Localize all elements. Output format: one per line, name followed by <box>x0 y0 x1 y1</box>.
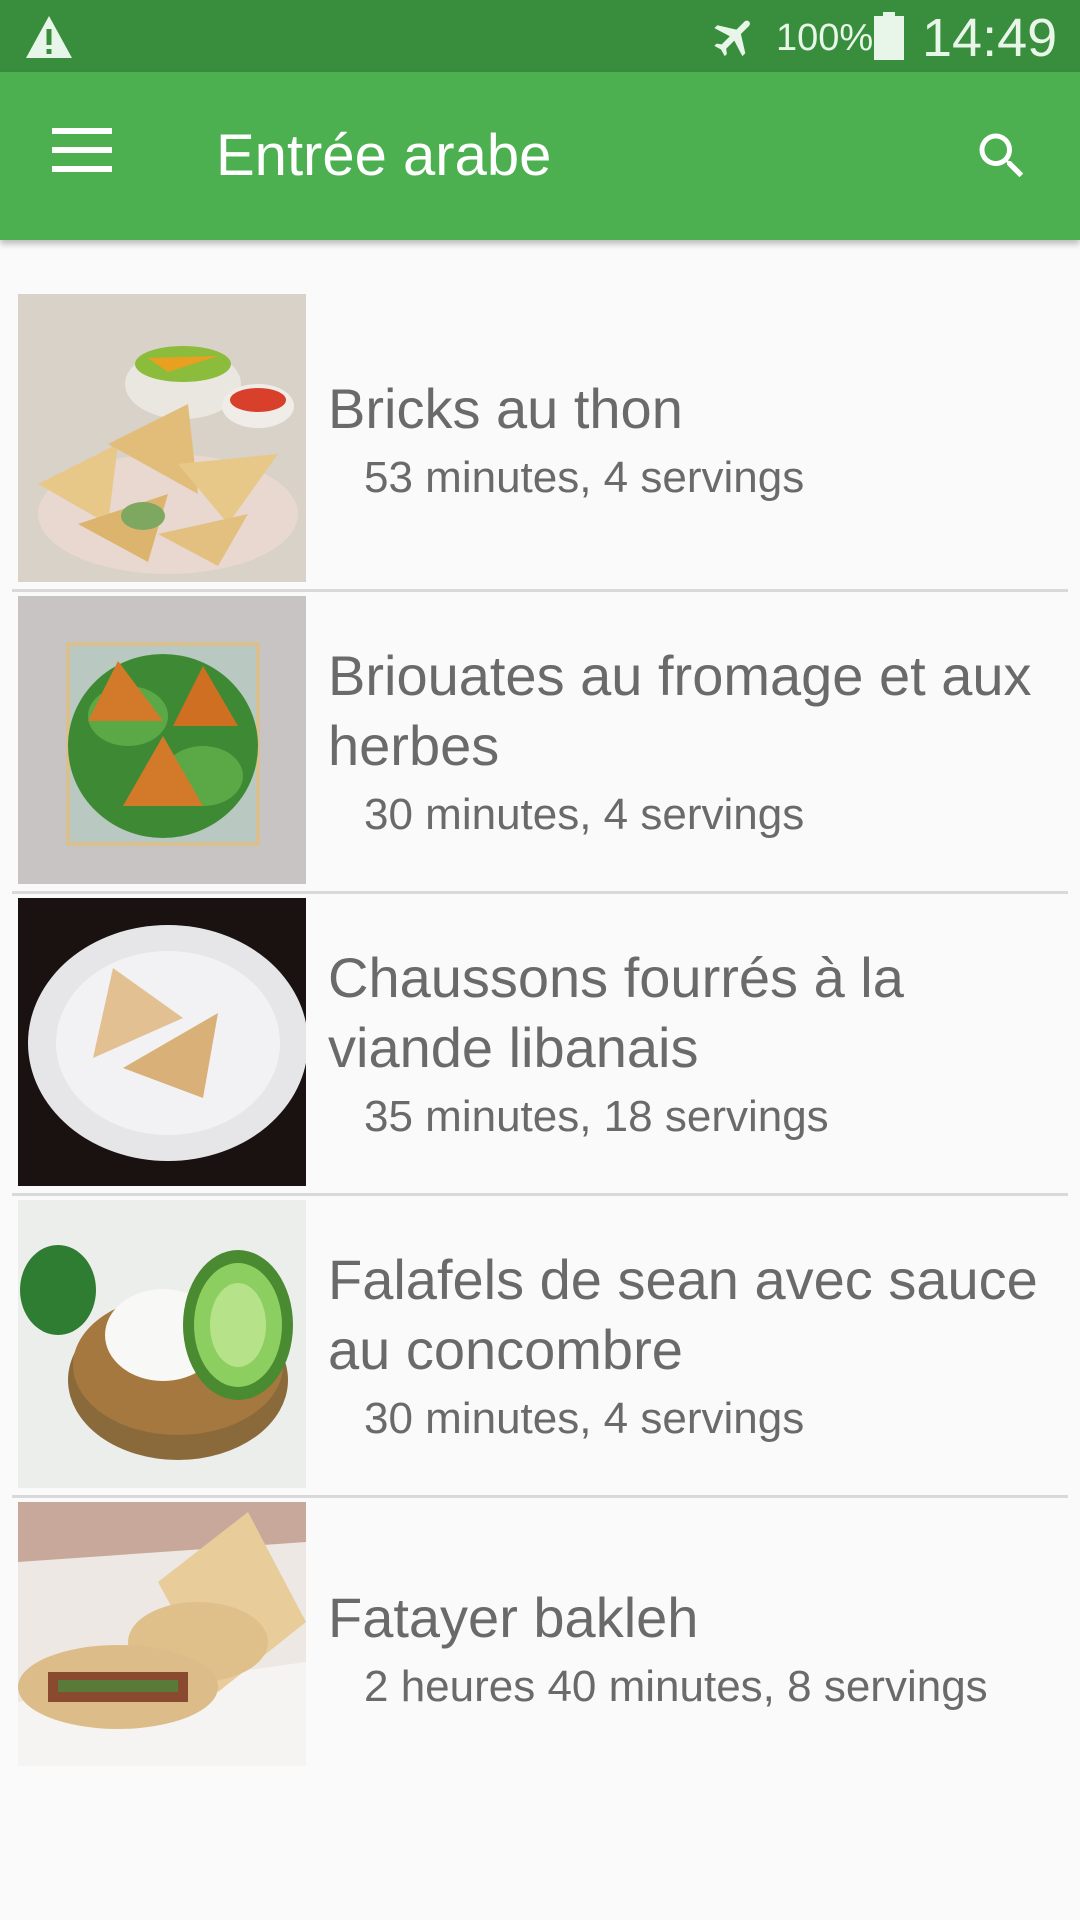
list-item[interactable]: Briouates au fromage et aux herbes 30 mi… <box>12 592 1068 894</box>
list-item[interactable]: Falafels de sean avec sauce au concombre… <box>12 1196 1068 1498</box>
app-bar: Entrée arabe <box>0 72 1080 240</box>
recipe-thumbnail <box>18 898 306 1186</box>
airplane-mode-icon <box>714 20 750 57</box>
battery-percent: 100% <box>776 17 874 59</box>
recipe-thumbnail <box>18 596 306 884</box>
clock: 14:49 <box>922 8 1058 68</box>
recipe-meta: 35 minutes, 18 servings <box>364 1091 829 1141</box>
recipe-thumbnail <box>18 1200 306 1488</box>
page-title: Entrée arabe <box>216 123 552 188</box>
recipe-meta: 30 minutes, 4 servings <box>364 1393 805 1443</box>
recipe-meta: 53 minutes, 4 servings <box>364 452 805 502</box>
list-item[interactable]: Fatayer bakleh 2 heures 40 minutes, 8 se… <box>12 1498 1068 1800</box>
recipe-thumbnail <box>18 294 306 582</box>
recipe-title: Falafels de sean avec sauce au concombre <box>328 1247 1038 1381</box>
recipe-title: Briouates au fromage et aux herbes <box>328 643 1032 777</box>
menu-icon[interactable] <box>52 128 112 178</box>
recipe-title: Fatayer bakleh <box>328 1586 699 1649</box>
recipe-meta: 2 heures 40 minutes, 8 servings <box>364 1662 988 1711</box>
status-bar: 100% 14:49 <box>0 0 1080 72</box>
recipe-meta: 30 minutes, 4 servings <box>364 789 805 839</box>
recipe-list: Bricks au thon 53 minutes, 4 servings Br… <box>0 290 1080 1800</box>
recipe-title: Bricks au thon <box>328 376 683 440</box>
battery-icon <box>874 12 904 60</box>
recipe-thumbnail <box>18 1502 306 1766</box>
list-item[interactable]: Chaussons fourrés à la viande libanais 3… <box>12 894 1068 1196</box>
warning-icon <box>26 16 72 58</box>
recipe-title: Chaussons fourrés à la viande libanais <box>328 945 904 1079</box>
search-icon[interactable] <box>972 126 1032 186</box>
list-item[interactable]: Bricks au thon 53 minutes, 4 servings <box>12 290 1068 592</box>
